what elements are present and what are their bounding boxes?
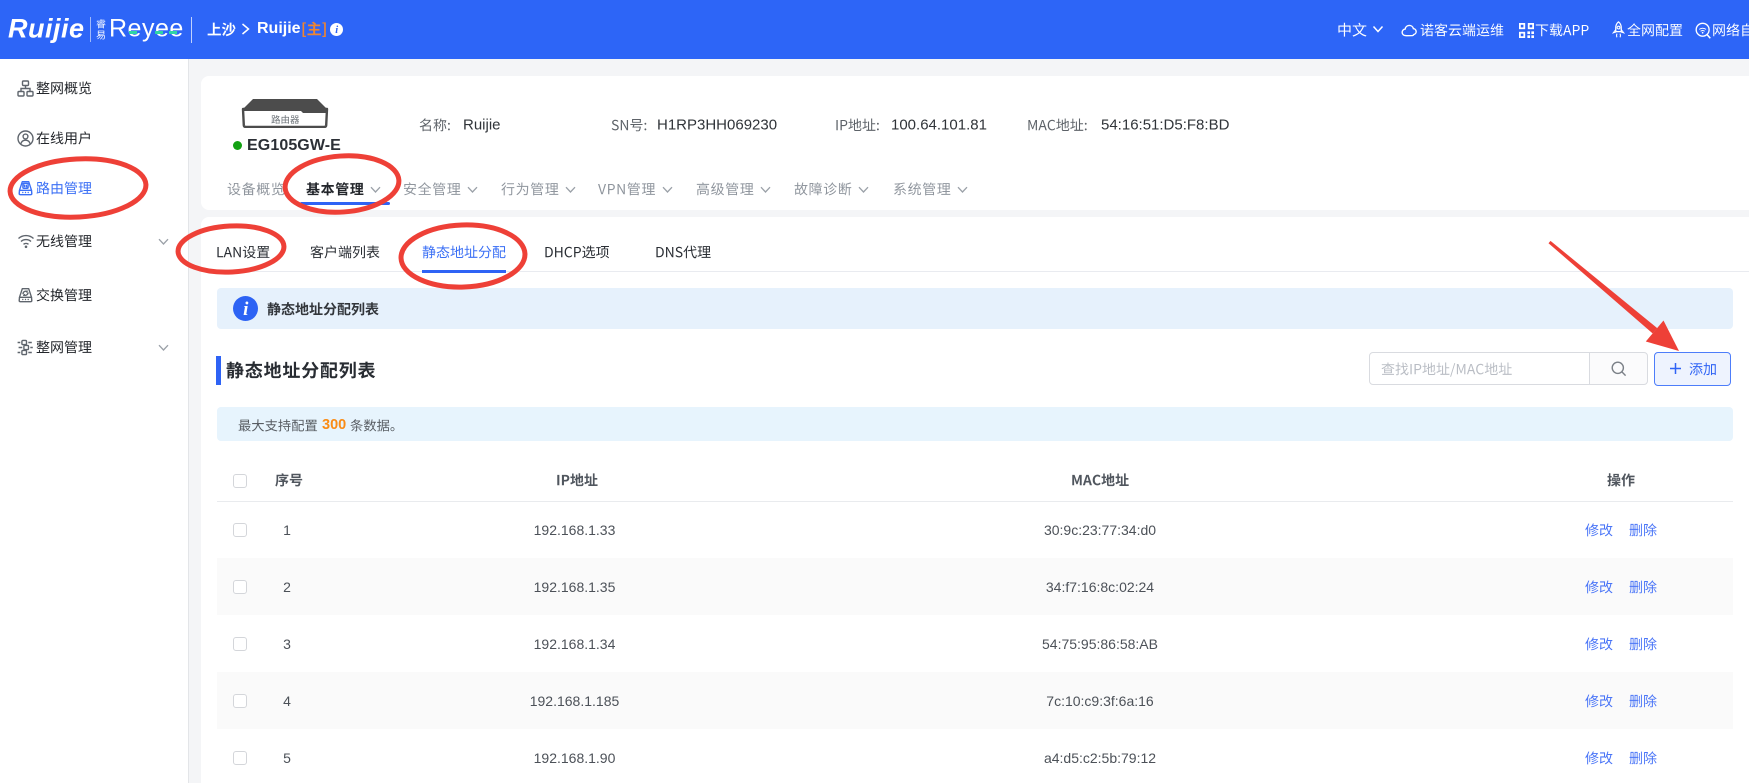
- svg-text:i: i: [335, 25, 338, 36]
- svg-text:i: i: [243, 299, 249, 320]
